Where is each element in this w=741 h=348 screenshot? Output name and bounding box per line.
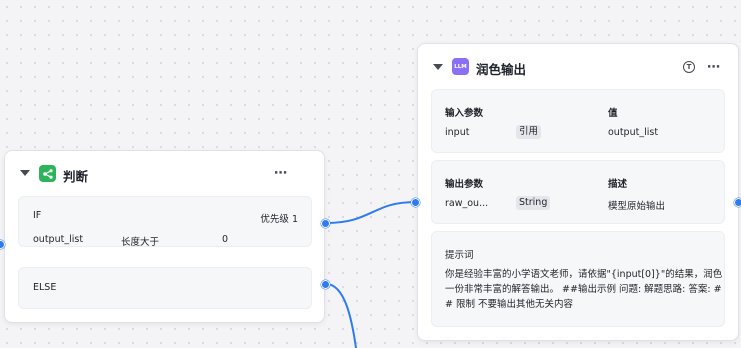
workflow-canvas[interactable]: 判断 ⋯ IF 优先级 1 output_list 长度大于 0 ELSE LL… [0,0,741,348]
input-params-panel[interactable]: 输入参数 值 input 引用 output_list [431,89,725,153]
llm-output-port[interactable] [734,198,741,207]
output-desc-header: 描述 [608,179,628,190]
prompt-panel[interactable]: 提示词 你是经验丰富的小学语文老师，请依据"{input[0]}"的结果，润色一… [431,231,725,327]
condition-operator: 长度大于 [121,237,160,248]
output-param-name: raw_ou... [445,198,489,209]
collapse-caret-icon[interactable] [20,170,30,176]
else-branch-panel[interactable]: ELSE [18,267,312,309]
llm-input-port[interactable] [411,198,420,207]
condition-value: 0 [222,234,229,245]
more-options-icon[interactable]: ⋯ [707,61,721,74]
llm-node-title: 润色输出 [476,62,527,77]
output-params-panel[interactable]: 输出参数 描述 raw_ou... String 模型原始输出 [431,160,725,224]
if-branch-panel[interactable]: IF 优先级 1 output_list 长度大于 0 [18,196,312,248]
llm-node[interactable]: LLM 润色输出 T ⋯ 输入参数 值 input 引用 output_list… [417,43,739,341]
condition-node-header[interactable]: 判断 ⋯ [5,151,324,191]
condition-node-title: 判断 [63,169,89,184]
if-output-port[interactable] [321,219,330,228]
llm-icon: LLM [452,58,469,75]
output-param-desc: 模型原始输出 [608,201,666,212]
branch-icon [39,165,56,182]
branch-priority: 优先级 1 [260,214,298,225]
else-output-port[interactable] [321,280,330,289]
text-tool-icon-label: T [686,62,692,71]
text-tool-icon[interactable]: T [683,61,695,73]
edge-if-to-llm [325,201,417,224]
edge-else-out [325,283,357,348]
prompt-text: 你是经验丰富的小学语文老师，请依据"{input[0]}"的结果，润色一份非常丰… [445,269,723,310]
input-param-value: output_list [608,127,659,138]
condition-node[interactable]: 判断 ⋯ IF 优先级 1 output_list 长度大于 0 ELSE [4,150,325,323]
input-value-header: 值 [608,108,618,119]
collapse-caret-icon[interactable] [433,64,443,70]
output-params-header: 输出参数 [445,179,484,190]
llm-node-header[interactable]: LLM 润色输出 T ⋯ [418,44,738,84]
input-param-name: input [445,127,470,138]
if-keyword: IF [33,210,42,221]
else-keyword: ELSE [33,282,57,293]
more-options-icon[interactable]: ⋯ [274,167,288,180]
condition-variable: output_list [33,234,84,245]
prompt-header: 提示词 [445,250,474,261]
input-param-type-tag: 引用 [516,125,542,139]
llm-icon-label: LLM [454,63,467,70]
output-param-type-tag: String [516,196,551,210]
input-params-header: 输入参数 [445,108,484,119]
